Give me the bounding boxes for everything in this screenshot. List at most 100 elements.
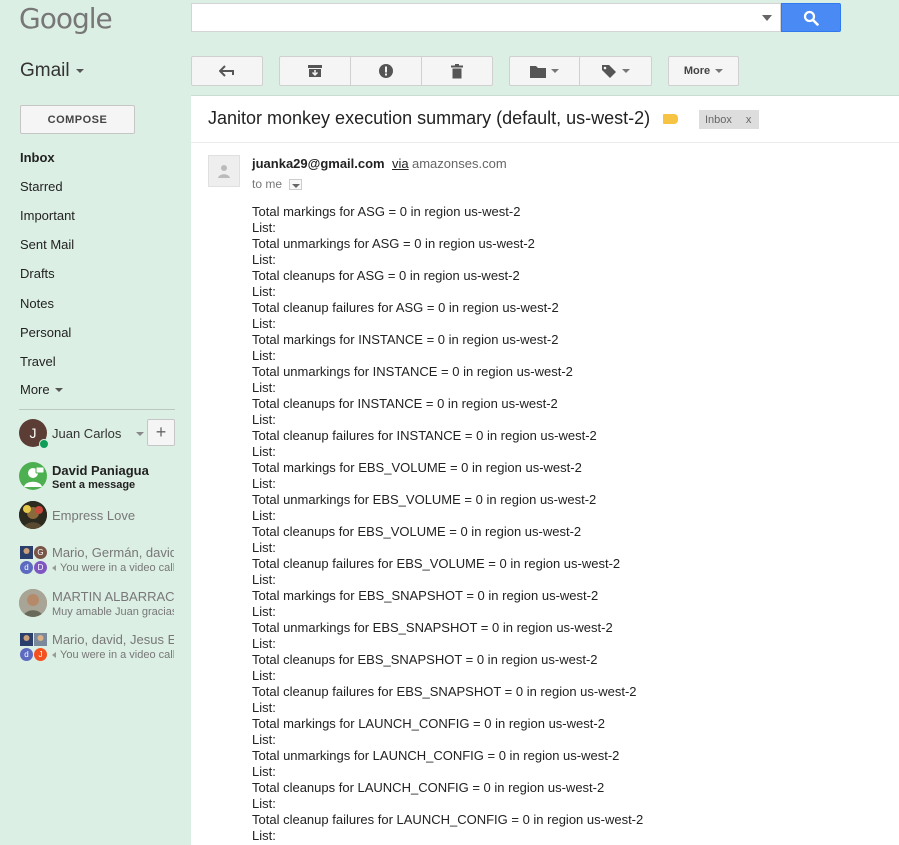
gmail-app-switcher[interactable]: Gmail [20,60,84,82]
important-marker-icon[interactable] [663,114,678,124]
report-spam-icon [379,64,393,78]
email-body-line: Total cleanup failures for EBS_SNAPSHOT … [252,684,637,699]
profile-photo-icon [20,633,33,646]
sidebar-item-inbox[interactable]: Inbox [20,150,55,165]
google-logo[interactable]: Google [19,2,113,35]
email-body-line: Total cleanups for LAUNCH_CONFIG = 0 in … [252,780,605,795]
avatar: d [20,561,33,574]
hangout-contact-status: Sent a message [52,479,136,491]
labels-button[interactable] [579,56,652,86]
email-body-line: List: [252,220,276,235]
sidebar-item-drafts[interactable]: Drafts [20,266,55,281]
trash-icon [451,63,463,78]
chevron-down-icon [715,69,724,73]
email-body-line: List: [252,540,276,555]
sidebar-item-notes[interactable]: Notes [20,296,54,311]
hangout-contact-name[interactable]: Empress Love [52,508,174,523]
archive-icon [308,65,322,77]
avatar: G [34,546,47,559]
email-body-line: Total cleanups for ASG = 0 in region us-… [252,268,520,283]
avatar [20,546,33,559]
toolbar-divider [191,95,899,96]
search-box[interactable] [191,3,781,32]
search-input[interactable] [198,8,748,28]
person-icon [218,165,230,178]
sender-avatar[interactable] [208,155,240,187]
chevron-down-icon[interactable] [136,432,144,436]
label-badge-text: Inbox [705,113,732,126]
email-body-line: Total markings for LAUNCH_CONFIG = 0 in … [252,716,605,731]
email-body-line: List: [252,380,276,395]
email-body-line: Total cleanup failures for LAUNCH_CONFIG… [252,812,644,827]
email-body-line: List: [252,636,276,651]
email-body-line: List: [252,252,276,267]
sidebar-item-travel[interactable]: Travel [20,354,56,369]
email-body-line: Total markings for EBS_VOLUME = 0 in reg… [252,460,582,475]
hangout-contact-name[interactable]: MARTIN ALBARRACIN [52,589,174,604]
via-link[interactable]: via [392,156,409,171]
hangout-contact-status: You were in a video call [52,562,174,574]
back-to-inbox-button[interactable] [191,56,263,86]
profile-photo-icon [19,589,47,617]
search-options-caret-icon[interactable] [762,15,772,21]
email-body-line: List: [252,284,276,299]
gmail-label: Gmail [20,60,70,81]
email-body-line: Total cleanup failures for EBS_VOLUME = … [252,556,621,571]
sidebar-item-more[interactable]: More [20,382,63,397]
email-body-line: List: [252,476,276,491]
move-to-button[interactable] [509,56,580,86]
email-body-line: Total unmarkings for ASG = 0 in region u… [252,236,535,251]
avatar: d [20,648,33,661]
more-actions-label: More [683,65,711,77]
email-body-line: Total cleanups for EBS_VOLUME = 0 in reg… [252,524,582,539]
report-spam-button[interactable] [350,56,422,86]
sidebar-item-sent-mail[interactable]: Sent Mail [20,237,74,252]
delete-button[interactable] [421,56,493,86]
recipient-label: to me [252,177,283,191]
profile-photo-icon [20,546,33,559]
person-icon [24,466,45,487]
email-body-line: Total unmarkings for EBS_SNAPSHOT = 0 in… [252,620,613,635]
avatar[interactable] [19,462,47,490]
account-name[interactable]: Juan Carlos [52,426,121,441]
email-body-line: Total cleanups for INSTANCE = 0 in regio… [252,396,558,411]
sidebar-more-label: More [20,382,50,397]
via-domain: amazonses.com [412,156,507,171]
more-actions-button[interactable]: More [668,56,739,86]
hangout-contact-name[interactable]: Mario, david, Jesus E [52,632,174,647]
new-hangout-button[interactable]: + [147,419,175,446]
email-body-line: List: [252,508,276,523]
email-body-line: Total unmarkings for INSTANCE = 0 in reg… [252,364,573,379]
search-icon [803,10,819,26]
profile-photo-icon [34,633,47,646]
show-details-button[interactable] [289,179,302,190]
email-body-line: List: [252,732,276,747]
label-badge[interactable]: Inbox x [699,110,760,129]
avatar[interactable] [19,501,47,529]
sidebar-item-starred[interactable]: Starred [20,179,63,194]
avatar: D [34,561,47,574]
label-icon [602,65,616,78]
email-body-line: List: [252,412,276,427]
sender-email[interactable]: juanka29@gmail.com [252,156,385,171]
chevron-down-icon [551,69,559,73]
email-body-line: Total unmarkings for LAUNCH_CONFIG = 0 i… [252,748,620,763]
compose-button[interactable]: COMPOSE [20,105,135,134]
sidebar-divider [19,409,175,410]
chevron-down-icon [54,387,63,392]
email-body-line: Total cleanup failures for ASG = 0 in re… [252,300,559,315]
sidebar-item-important[interactable]: Important [20,208,75,223]
archive-button[interactable] [279,56,351,86]
remove-label-button[interactable]: x [746,114,752,126]
email-body-line: List: [252,604,276,619]
email-body-line: Total markings for ASG = 0 in region us-… [252,204,521,219]
email-body-line: List: [252,764,276,779]
avatar[interactable] [19,589,47,617]
hangout-contact-name[interactable]: David Paniagua [52,463,174,478]
search-button[interactable] [781,3,841,32]
sidebar-item-personal[interactable]: Personal [20,325,71,340]
hangout-contact-status: You were in a video call [52,649,174,661]
hangout-contact-name[interactable]: Mario, Germán, david [52,545,174,560]
email-body-line: List: [252,444,276,459]
avatar: J [34,648,47,661]
